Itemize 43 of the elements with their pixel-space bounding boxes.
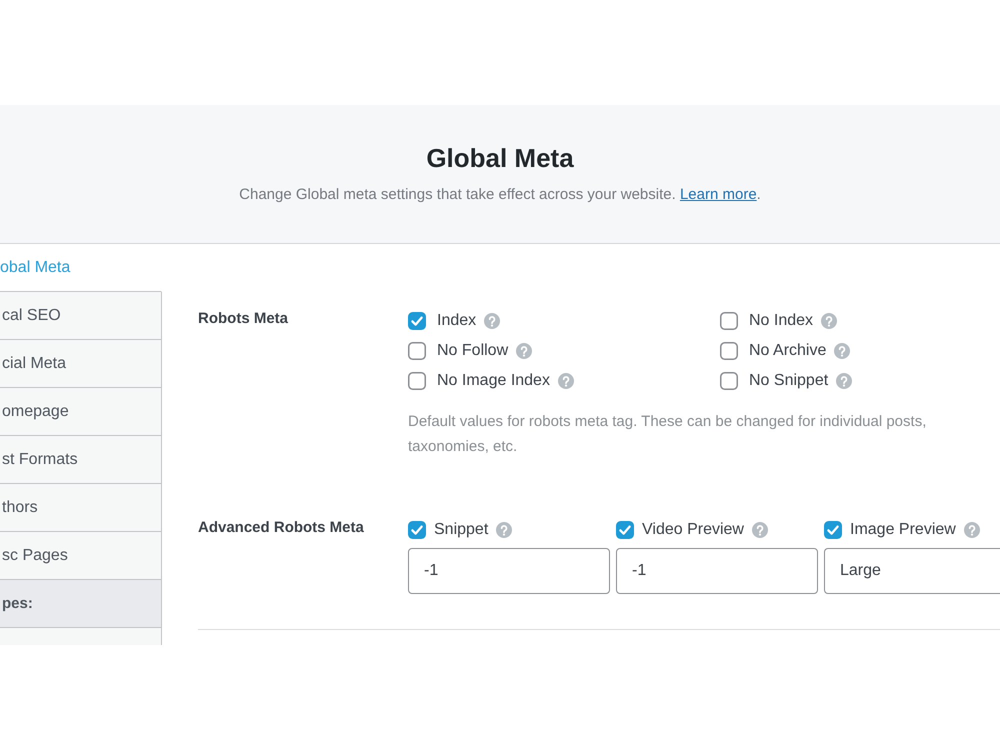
setting-label: Advanced Robots Meta (198, 518, 365, 538)
sidebar-item[interactable]: sc Pages (0, 532, 162, 580)
setting-description: Default values for robots meta tag. These can be changed for individual posts, taxonomies, etc. (408, 412, 928, 457)
page-description: Change Global meta settings that take effect across your website. Learn more. (239, 185, 761, 205)
sidebar-heading: pes: (0, 580, 162, 628)
checkbox-label[interactable]: No Follow (437, 342, 508, 360)
input-field[interactable]: -1 (408, 548, 610, 594)
checkbox[interactable] (616, 521, 634, 539)
input-field[interactable]: Large (824, 548, 1000, 594)
checkbox[interactable] (408, 312, 426, 330)
checkbox[interactable] (408, 521, 426, 539)
checkbox-label[interactable]: No Image Index (437, 372, 550, 390)
checkbox-label[interactable]: Image Preview (850, 521, 956, 539)
checkbox-label[interactable]: No Snippet (749, 372, 828, 390)
sidebar-item[interactable]: cal SEO (0, 292, 162, 340)
setting-label: Robots Meta (198, 309, 289, 329)
checkbox[interactable] (408, 372, 426, 390)
sidebar-item[interactable]: omepage (0, 388, 162, 436)
help-icon[interactable] (834, 343, 850, 359)
help-icon[interactable] (484, 313, 500, 329)
checkbox-label[interactable]: Video Preview (642, 521, 744, 539)
help-icon[interactable] (496, 522, 512, 538)
help-icon[interactable] (752, 522, 768, 538)
sidebar-item[interactable]: cial Meta (0, 340, 162, 388)
checkbox-label[interactable]: Index (437, 312, 476, 330)
checkbox[interactable] (720, 342, 738, 360)
checkbox[interactable] (824, 521, 842, 539)
help-icon[interactable] (821, 313, 838, 329)
checkbox-label[interactable]: No Archive (749, 342, 826, 360)
sidebar-item[interactable]: st Formats (0, 436, 162, 484)
checkbox-label[interactable]: Snippet (434, 521, 488, 539)
help-icon[interactable] (964, 522, 980, 538)
checkbox[interactable] (408, 342, 426, 360)
checkbox-label[interactable]: No Index (749, 312, 814, 330)
help-icon[interactable] (516, 343, 532, 359)
checkbox[interactable] (720, 312, 738, 330)
sidebar-item[interactable]: thors (0, 484, 162, 532)
learn-more-link[interactable]: Learn more (680, 186, 757, 203)
input-field[interactable]: -1 (616, 548, 818, 594)
help-icon[interactable] (836, 373, 852, 389)
help-icon[interactable] (558, 373, 574, 389)
checkbox[interactable] (720, 372, 738, 390)
page-title: Global Meta (426, 142, 574, 175)
